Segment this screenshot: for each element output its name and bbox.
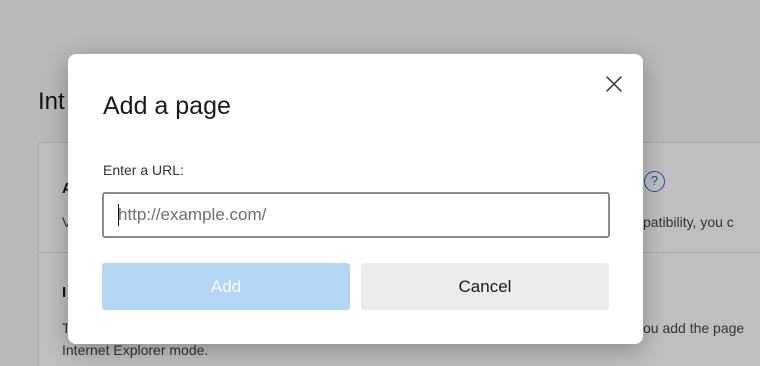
url-input[interactable] — [102, 192, 610, 238]
cancel-button[interactable]: Cancel — [361, 263, 609, 310]
dialog-title: Add a page — [103, 92, 231, 120]
close-button[interactable] — [600, 70, 628, 98]
text-caret — [118, 204, 119, 226]
add-page-dialog: Add a page Enter a URL: Add Cancel — [68, 54, 643, 344]
add-button[interactable]: Add — [102, 263, 350, 310]
close-icon — [606, 76, 622, 92]
url-field-label: Enter a URL: — [103, 162, 184, 178]
